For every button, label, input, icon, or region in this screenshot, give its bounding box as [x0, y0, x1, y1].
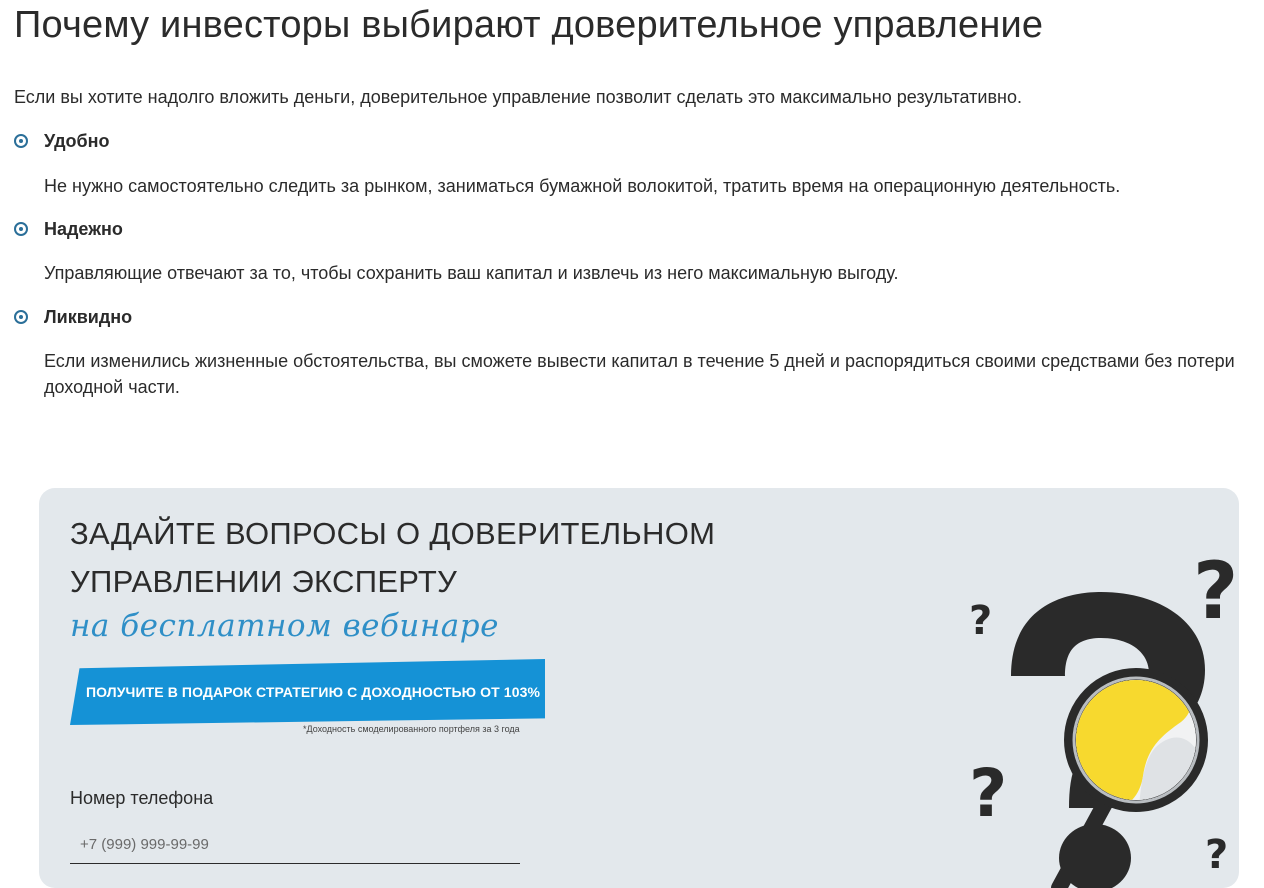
- webinar-banner: ЗАДАЙТЕ ВОПРОСЫ О ДОВЕРИТЕЛЬНОМ УПРАВЛЕН…: [39, 488, 1239, 888]
- bullet-icon: [14, 222, 28, 236]
- feature-reliable: Надежно: [14, 217, 123, 241]
- feature-description: Управляющие отвечают за то, чтобы сохран…: [44, 263, 899, 283]
- svg-text:?: ?: [1205, 832, 1228, 878]
- svg-text:?: ?: [969, 755, 1007, 832]
- intro-text: Если вы хотите надолго вложить деньги, д…: [14, 87, 1022, 107]
- feature-title: Ликвидно: [44, 306, 133, 327]
- feature-title: Надежно: [44, 218, 123, 239]
- feature-liquid: Ликвидно: [14, 305, 132, 329]
- bullet-icon: [14, 310, 28, 324]
- bullet-icon: [14, 134, 28, 148]
- svg-text:?: ?: [1193, 547, 1238, 637]
- banner-subheading: на бесплатном вебинаре: [70, 608, 499, 644]
- question-magnifier-icon: ? ? ? ?: [969, 547, 1238, 888]
- feature-title: Удобно: [44, 130, 110, 151]
- promo-text: ПОЛУЧИТЕ В ПОДАРОК СТРАТЕГИЮ С ДОХОДНОСТ…: [86, 684, 541, 700]
- feature-description: Не нужно самостоятельно следить за рынко…: [44, 176, 1121, 196]
- svg-text:?: ?: [969, 598, 992, 644]
- banner-heading: ЗАДАЙТЕ ВОПРОСЫ О ДОВЕРИТЕЛЬНОМ УПРАВЛЕН…: [70, 510, 715, 606]
- banner-heading-line: УПРАВЛЕНИИ ЭКСПЕРТУ: [70, 564, 458, 599]
- feature-convenient: Удобно: [14, 129, 109, 153]
- phone-label: Номер телефона: [70, 788, 214, 808]
- banner-heading-line: ЗАДАЙТЕ ВОПРОСЫ О ДОВЕРИТЕЛЬНОМ: [70, 516, 716, 551]
- page-title: Почему инвесторы выбирают доверительное …: [14, 4, 1044, 46]
- promo-footnote: *Доходность смоделированного портфеля за…: [303, 724, 520, 734]
- phone-input[interactable]: [70, 826, 520, 864]
- feature-description: Если изменились жизненные обстоятельства…: [44, 351, 1235, 397]
- promo-ribbon: ПОЛУЧИТЕ В ПОДАРОК СТРАТЕГИЮ С ДОХОДНОСТ…: [70, 659, 545, 725]
